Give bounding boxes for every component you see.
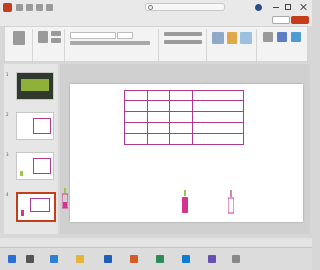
table-row (124, 100, 244, 112)
table-cell[interactable] (169, 100, 194, 112)
clipboard-group (7, 29, 33, 61)
powerpoint-taskbar-icon[interactable] (130, 255, 138, 263)
table-cell[interactable] (124, 100, 148, 112)
table-cell[interactable] (146, 133, 171, 145)
layout-icon[interactable] (51, 31, 61, 36)
search-icon (148, 5, 153, 10)
new-slide-icon[interactable] (38, 31, 48, 43)
title-bar (0, 0, 312, 15)
align-buttons[interactable] (164, 40, 202, 44)
taskbar (0, 247, 312, 270)
ribbon (4, 26, 308, 62)
font-format-buttons[interactable] (70, 41, 150, 45)
start-icon[interactable] (8, 255, 16, 263)
powerpoint-icon (3, 3, 12, 12)
maximize-icon[interactable] (285, 4, 291, 10)
slide-number: 1 (6, 72, 9, 77)
minimize-icon[interactable] (272, 4, 280, 10)
bottle-figure-icon[interactable] (228, 190, 234, 214)
comments-button[interactable] (272, 16, 290, 24)
avatar[interactable] (255, 4, 262, 11)
app-icon[interactable] (232, 255, 240, 263)
table-cell[interactable] (192, 122, 244, 134)
table-row (124, 111, 244, 123)
bottle-figure-icon[interactable] (182, 190, 188, 214)
quick-styles-icon[interactable] (240, 32, 252, 44)
table-header[interactable] (146, 90, 171, 101)
dictate-icon[interactable] (277, 32, 287, 42)
font-size-select[interactable] (117, 32, 133, 39)
table-cell[interactable] (192, 111, 244, 123)
undo-icon[interactable] (36, 4, 43, 11)
document-title (62, 5, 152, 10)
excel-icon[interactable] (156, 255, 164, 263)
slide-thumbnail-4[interactable] (16, 192, 56, 222)
table-row (124, 133, 244, 145)
editing-group (259, 29, 307, 61)
table-cell[interactable] (192, 133, 244, 145)
status-bar (0, 238, 312, 247)
table-cell[interactable] (146, 122, 171, 134)
search-input[interactable] (145, 3, 225, 11)
shapes-icon[interactable] (212, 32, 224, 44)
search-icon[interactable] (26, 255, 34, 263)
redo-icon[interactable] (46, 4, 53, 11)
slide-number: 2 (6, 112, 9, 117)
table-cell[interactable] (169, 122, 194, 134)
table-cell[interactable] (124, 111, 148, 123)
table-cell[interactable] (146, 100, 171, 112)
outlook-icon[interactable] (182, 255, 190, 263)
arrange-icon[interactable] (227, 32, 237, 44)
slide-thumbnail-2[interactable] (16, 112, 54, 140)
section-icon[interactable] (51, 38, 61, 43)
slide-thumbnail-pane: 1 2 3 4 (4, 64, 58, 234)
save-icon[interactable] (26, 4, 33, 11)
designer-icon[interactable] (291, 32, 301, 42)
find-icon[interactable] (263, 32, 273, 42)
table-header[interactable] (192, 90, 244, 101)
table-cell[interactable] (169, 133, 194, 145)
share-button[interactable] (291, 16, 309, 24)
slide-thumbnail-3[interactable] (16, 152, 54, 180)
bottle-figure-icon[interactable] (62, 188, 68, 210)
list-buttons[interactable] (164, 32, 202, 36)
file-explorer-icon[interactable] (76, 255, 84, 263)
ribbon-tabs (0, 15, 312, 26)
table-cell[interactable] (169, 111, 194, 123)
table-row (124, 122, 244, 134)
font-name-select[interactable] (70, 32, 116, 39)
close-icon[interactable] (300, 4, 308, 10)
table-cell[interactable] (192, 100, 244, 112)
edge-icon[interactable] (50, 255, 58, 263)
table-header[interactable] (169, 90, 194, 101)
slide-table[interactable] (124, 90, 244, 145)
teams-icon[interactable] (208, 255, 216, 263)
table-header[interactable] (124, 90, 148, 101)
font-group (67, 29, 159, 61)
slide-thumbnail-1[interactable] (16, 72, 54, 100)
paragraph-group (161, 29, 207, 61)
table-cell[interactable] (124, 122, 148, 134)
table-cell[interactable] (146, 111, 171, 123)
slide-number: 4 (6, 192, 9, 197)
drawing-group (209, 29, 257, 61)
word-icon[interactable] (104, 255, 112, 263)
paste-icon[interactable] (13, 31, 25, 45)
slides-group (35, 29, 65, 61)
table-cell[interactable] (124, 133, 148, 145)
slide-number: 3 (6, 152, 9, 157)
autosave-icon[interactable] (16, 4, 23, 11)
